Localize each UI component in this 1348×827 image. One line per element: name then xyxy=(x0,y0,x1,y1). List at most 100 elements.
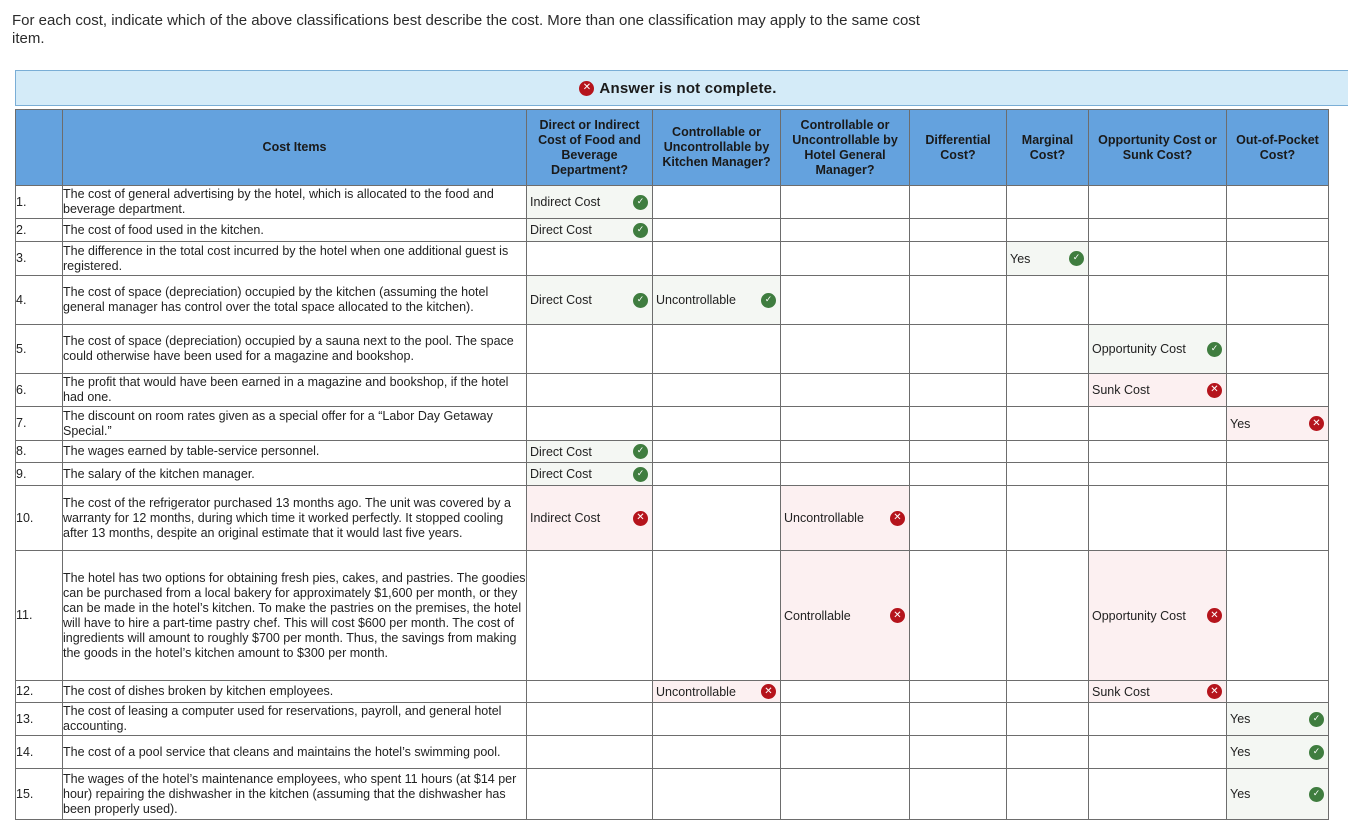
answer-cell-general-manager[interactable] xyxy=(780,735,910,769)
answer-cell-opportunity-sunk[interactable] xyxy=(1088,218,1227,242)
answer-cell-out-of-pocket[interactable] xyxy=(1226,241,1329,276)
answer-cell-marginal[interactable] xyxy=(1006,680,1089,703)
answer-cell-direct-indirect[interactable]: Direct Cost ✓ xyxy=(526,275,653,325)
answer-cell-opportunity-sunk[interactable] xyxy=(1088,768,1227,820)
answer-cell-marginal[interactable] xyxy=(1006,373,1089,407)
answer-cell-marginal[interactable] xyxy=(1006,768,1089,820)
answer-dropdown[interactable]: Yes ✓ xyxy=(1227,786,1328,802)
answer-cell-opportunity-sunk[interactable] xyxy=(1088,462,1227,486)
answer-cell-out-of-pocket[interactable]: Yes ✓ xyxy=(1226,702,1329,736)
answer-cell-opportunity-sunk[interactable] xyxy=(1088,485,1227,551)
answer-cell-marginal[interactable] xyxy=(1006,462,1089,486)
answer-dropdown[interactable]: Yes ✓ xyxy=(1227,711,1328,727)
answer-dropdown[interactable]: Controllable ✕ xyxy=(781,608,909,623)
answer-cell-marginal[interactable] xyxy=(1006,218,1089,242)
answer-cell-direct-indirect[interactable]: Direct Cost ✓ xyxy=(526,440,653,463)
answer-cell-general-manager[interactable] xyxy=(780,440,910,463)
answer-dropdown[interactable]: Direct Cost ✓ xyxy=(527,466,652,482)
answer-cell-out-of-pocket[interactable]: Yes ✓ xyxy=(1226,768,1329,820)
answer-cell-opportunity-sunk[interactable] xyxy=(1088,735,1227,769)
answer-cell-kitchen-manager[interactable] xyxy=(652,185,781,219)
answer-cell-general-manager[interactable]: Controllable ✕ xyxy=(780,550,910,681)
answer-cell-general-manager[interactable] xyxy=(780,373,910,407)
answer-cell-marginal[interactable] xyxy=(1006,485,1089,551)
answer-dropdown[interactable]: Sunk Cost ✕ xyxy=(1089,684,1226,699)
answer-dropdown[interactable]: Indirect Cost ✕ xyxy=(527,510,652,526)
answer-cell-kitchen-manager[interactable] xyxy=(652,373,781,407)
answer-cell-opportunity-sunk[interactable] xyxy=(1088,185,1227,219)
answer-cell-general-manager[interactable] xyxy=(780,324,910,374)
answer-cell-direct-indirect[interactable] xyxy=(526,241,653,276)
answer-cell-out-of-pocket[interactable] xyxy=(1226,550,1329,681)
answer-cell-out-of-pocket[interactable] xyxy=(1226,324,1329,374)
answer-dropdown[interactable]: Uncontrollable ✕ xyxy=(653,684,780,699)
answer-cell-general-manager[interactable] xyxy=(780,185,910,219)
answer-dropdown[interactable]: Opportunity Cost ✕ xyxy=(1089,608,1226,623)
answer-cell-kitchen-manager[interactable] xyxy=(652,768,781,820)
answer-cell-kitchen-manager[interactable] xyxy=(652,735,781,769)
answer-cell-marginal[interactable] xyxy=(1006,324,1089,374)
answer-cell-differential[interactable] xyxy=(909,324,1007,374)
answer-cell-out-of-pocket[interactable] xyxy=(1226,680,1329,703)
answer-cell-opportunity-sunk[interactable] xyxy=(1088,275,1227,325)
answer-cell-differential[interactable] xyxy=(909,373,1007,407)
answer-cell-opportunity-sunk[interactable]: Sunk Cost ✕ xyxy=(1088,680,1227,703)
answer-cell-kitchen-manager[interactable] xyxy=(652,440,781,463)
answer-dropdown[interactable]: Indirect Cost ✓ xyxy=(527,194,652,210)
answer-cell-kitchen-manager[interactable] xyxy=(652,462,781,486)
answer-cell-kitchen-manager[interactable] xyxy=(652,550,781,681)
answer-cell-direct-indirect[interactable]: Indirect Cost ✓ xyxy=(526,185,653,219)
answer-cell-kitchen-manager[interactable] xyxy=(652,324,781,374)
answer-cell-out-of-pocket[interactable] xyxy=(1226,440,1329,463)
answer-cell-marginal[interactable] xyxy=(1006,440,1089,463)
answer-cell-kitchen-manager[interactable] xyxy=(652,485,781,551)
answer-cell-differential[interactable] xyxy=(909,735,1007,769)
answer-cell-general-manager[interactable] xyxy=(780,241,910,276)
answer-cell-marginal[interactable] xyxy=(1006,702,1089,736)
answer-cell-kitchen-manager[interactable] xyxy=(652,702,781,736)
answer-cell-differential[interactable] xyxy=(909,680,1007,703)
answer-cell-differential[interactable] xyxy=(909,440,1007,463)
answer-cell-kitchen-manager[interactable] xyxy=(652,406,781,441)
answer-cell-marginal[interactable] xyxy=(1006,275,1089,325)
answer-cell-direct-indirect[interactable] xyxy=(526,768,653,820)
answer-cell-direct-indirect[interactable]: Indirect Cost ✕ xyxy=(526,485,653,551)
answer-cell-differential[interactable] xyxy=(909,462,1007,486)
answer-dropdown[interactable]: Uncontrollable ✓ xyxy=(653,292,780,308)
answer-cell-general-manager[interactable] xyxy=(780,768,910,820)
answer-cell-differential[interactable] xyxy=(909,485,1007,551)
answer-cell-kitchen-manager[interactable]: Uncontrollable ✓ xyxy=(652,275,781,325)
answer-cell-direct-indirect[interactable] xyxy=(526,324,653,374)
answer-cell-out-of-pocket[interactable] xyxy=(1226,275,1329,325)
answer-cell-differential[interactable] xyxy=(909,550,1007,681)
answer-dropdown[interactable]: Sunk Cost ✕ xyxy=(1089,382,1226,398)
answer-dropdown[interactable]: Direct Cost ✓ xyxy=(527,444,652,459)
answer-cell-opportunity-sunk[interactable]: Opportunity Cost ✕ xyxy=(1088,550,1227,681)
answer-cell-direct-indirect[interactable] xyxy=(526,680,653,703)
answer-cell-differential[interactable] xyxy=(909,702,1007,736)
answer-cell-direct-indirect[interactable]: Direct Cost ✓ xyxy=(526,462,653,486)
answer-cell-kitchen-manager[interactable] xyxy=(652,241,781,276)
answer-dropdown[interactable]: Opportunity Cost ✓ xyxy=(1089,341,1226,357)
answer-cell-kitchen-manager[interactable]: Uncontrollable ✕ xyxy=(652,680,781,703)
answer-cell-differential[interactable] xyxy=(909,768,1007,820)
answer-dropdown[interactable]: Yes ✓ xyxy=(1227,744,1328,760)
answer-cell-out-of-pocket[interactable]: Yes ✓ xyxy=(1226,735,1329,769)
answer-dropdown[interactable]: Direct Cost ✓ xyxy=(527,222,652,238)
answer-cell-differential[interactable] xyxy=(909,275,1007,325)
answer-cell-direct-indirect[interactable]: Direct Cost ✓ xyxy=(526,218,653,242)
answer-cell-differential[interactable] xyxy=(909,241,1007,276)
answer-cell-marginal[interactable] xyxy=(1006,735,1089,769)
answer-cell-marginal[interactable]: Yes ✓ xyxy=(1006,241,1089,276)
answer-cell-marginal[interactable] xyxy=(1006,406,1089,441)
answer-dropdown[interactable]: Yes ✕ xyxy=(1227,416,1328,431)
answer-cell-out-of-pocket[interactable] xyxy=(1226,373,1329,407)
answer-cell-direct-indirect[interactable] xyxy=(526,550,653,681)
answer-cell-general-manager[interactable] xyxy=(780,218,910,242)
answer-cell-direct-indirect[interactable] xyxy=(526,406,653,441)
answer-cell-kitchen-manager[interactable] xyxy=(652,218,781,242)
answer-cell-marginal[interactable] xyxy=(1006,185,1089,219)
answer-cell-out-of-pocket[interactable] xyxy=(1226,185,1329,219)
answer-dropdown[interactable]: Yes ✓ xyxy=(1007,251,1088,266)
answer-cell-general-manager[interactable]: Uncontrollable ✕ xyxy=(780,485,910,551)
